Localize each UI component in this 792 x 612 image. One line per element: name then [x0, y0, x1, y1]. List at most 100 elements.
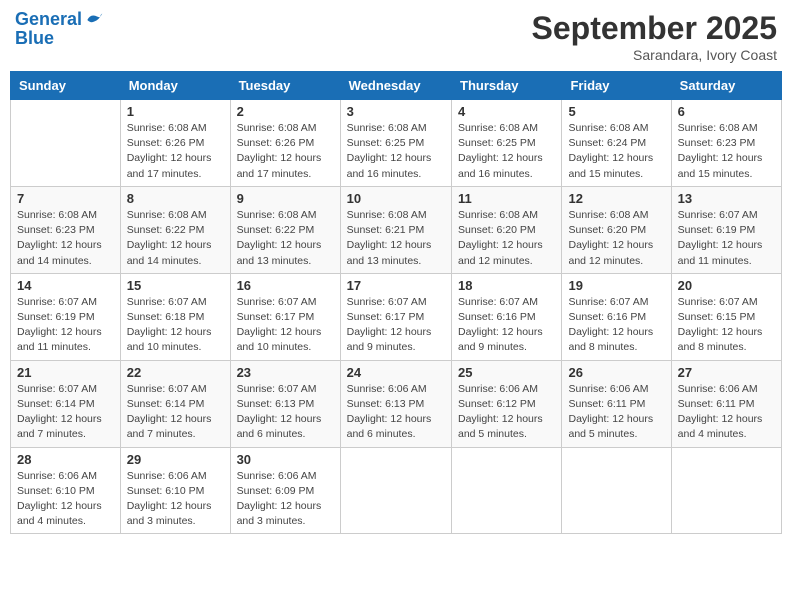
day-info: Sunrise: 6:08 AMSunset: 6:22 PMDaylight:…	[237, 208, 334, 269]
day-number: 24	[347, 365, 445, 380]
calendar-week-5: 28 Sunrise: 6:06 AMSunset: 6:10 PMDayligh…	[11, 447, 782, 534]
calendar-cell	[11, 100, 121, 187]
header-cell-thursday: Thursday	[452, 72, 562, 100]
day-number: 28	[17, 452, 114, 467]
day-info: Sunrise: 6:06 AMSunset: 6:09 PMDaylight:…	[237, 469, 334, 530]
day-info: Sunrise: 6:08 AMSunset: 6:25 PMDaylight:…	[347, 121, 445, 182]
day-info: Sunrise: 6:07 AMSunset: 6:14 PMDaylight:…	[17, 382, 114, 443]
calendar-cell: 13 Sunrise: 6:07 AMSunset: 6:19 PMDayligh…	[671, 186, 781, 273]
day-info: Sunrise: 6:07 AMSunset: 6:17 PMDaylight:…	[347, 295, 445, 356]
calendar-cell: 2 Sunrise: 6:08 AMSunset: 6:26 PMDaylight…	[230, 100, 340, 187]
calendar-cell: 27 Sunrise: 6:06 AMSunset: 6:11 PMDayligh…	[671, 360, 781, 447]
day-info: Sunrise: 6:08 AMSunset: 6:20 PMDaylight:…	[568, 208, 664, 269]
title-block: September 2025 Sarandara, Ivory Coast	[532, 10, 777, 63]
calendar-cell: 24 Sunrise: 6:06 AMSunset: 6:13 PMDayligh…	[340, 360, 451, 447]
calendar-week-1: 1 Sunrise: 6:08 AMSunset: 6:26 PMDaylight…	[11, 100, 782, 187]
calendar-cell	[452, 447, 562, 534]
day-info: Sunrise: 6:08 AMSunset: 6:26 PMDaylight:…	[127, 121, 224, 182]
calendar-cell: 26Sunrise: 6:06 AMSunset: 6:11 PMDayligh…	[562, 360, 671, 447]
day-number: 7	[17, 191, 114, 206]
calendar-cell: 3 Sunrise: 6:08 AMSunset: 6:25 PMDaylight…	[340, 100, 451, 187]
day-info: Sunrise: 6:07 AMSunset: 6:14 PMDaylight:…	[127, 382, 224, 443]
day-info: Sunrise: 6:07 AMSunset: 6:16 PMDaylight:…	[568, 295, 664, 356]
calendar-cell: 30 Sunrise: 6:06 AMSunset: 6:09 PMDayligh…	[230, 447, 340, 534]
day-info: Sunrise: 6:06 AMSunset: 6:12 PMDaylight:…	[458, 382, 555, 443]
page-header: General Blue September 2025 Sarandara, I…	[10, 10, 782, 63]
header-cell-friday: Friday	[562, 72, 671, 100]
day-info: Sunrise: 6:06 AMSunset: 6:10 PMDaylight:…	[17, 469, 114, 530]
calendar-cell: 17 Sunrise: 6:07 AMSunset: 6:17 PMDayligh…	[340, 273, 451, 360]
day-number: 17	[347, 278, 445, 293]
day-number: 3	[347, 104, 445, 119]
day-info: Sunrise: 6:07 AMSunset: 6:16 PMDaylight:…	[458, 295, 555, 356]
calendar-cell: 19Sunrise: 6:07 AMSunset: 6:16 PMDayligh…	[562, 273, 671, 360]
calendar-cell: 10 Sunrise: 6:08 AMSunset: 6:21 PMDayligh…	[340, 186, 451, 273]
day-info: Sunrise: 6:08 AMSunset: 6:23 PMDaylight:…	[678, 121, 775, 182]
calendar-cell: 9 Sunrise: 6:08 AMSunset: 6:22 PMDaylight…	[230, 186, 340, 273]
day-number: 13	[678, 191, 775, 206]
day-info: Sunrise: 6:07 AMSunset: 6:15 PMDaylight:…	[678, 295, 775, 356]
calendar-cell: 20 Sunrise: 6:07 AMSunset: 6:15 PMDayligh…	[671, 273, 781, 360]
day-info: Sunrise: 6:06 AMSunset: 6:13 PMDaylight:…	[347, 382, 445, 443]
calendar-cell: 21Sunrise: 6:07 AMSunset: 6:14 PMDayligh…	[11, 360, 121, 447]
day-number: 25	[458, 365, 555, 380]
calendar-cell: 12 Sunrise: 6:08 AMSunset: 6:20 PMDayligh…	[562, 186, 671, 273]
calendar-cell	[671, 447, 781, 534]
calendar-cell: 4 Sunrise: 6:08 AMSunset: 6:25 PMDaylight…	[452, 100, 562, 187]
day-info: Sunrise: 6:06 AMSunset: 6:11 PMDaylight:…	[678, 382, 775, 443]
day-number: 6	[678, 104, 775, 119]
header-cell-sunday: Sunday	[11, 72, 121, 100]
day-number: 29	[127, 452, 224, 467]
calendar-cell: 16 Sunrise: 6:07 AMSunset: 6:17 PMDayligh…	[230, 273, 340, 360]
day-info: Sunrise: 6:08 AMSunset: 6:26 PMDaylight:…	[237, 121, 334, 182]
day-number: 30	[237, 452, 334, 467]
day-number: 23	[237, 365, 334, 380]
calendar-table: SundayMondayTuesdayWednesdayThursdayFrid…	[10, 71, 782, 534]
day-number: 9	[237, 191, 334, 206]
day-info: Sunrise: 6:07 AMSunset: 6:19 PMDaylight:…	[17, 295, 114, 356]
day-number: 20	[678, 278, 775, 293]
calendar-cell	[340, 447, 451, 534]
day-info: Sunrise: 6:07 AMSunset: 6:18 PMDaylight:…	[127, 295, 224, 356]
day-number: 12	[568, 191, 664, 206]
day-info: Sunrise: 6:08 AMSunset: 6:22 PMDaylight:…	[127, 208, 224, 269]
calendar-cell: 8Sunrise: 6:08 AMSunset: 6:22 PMDaylight…	[120, 186, 230, 273]
calendar-header: SundayMondayTuesdayWednesdayThursdayFrid…	[11, 72, 782, 100]
month-title: September 2025	[532, 10, 777, 47]
day-number: 14	[17, 278, 114, 293]
calendar-week-2: 7Sunrise: 6:08 AMSunset: 6:23 PMDaylight…	[11, 186, 782, 273]
day-info: Sunrise: 6:07 AMSunset: 6:17 PMDaylight:…	[237, 295, 334, 356]
logo-blue: Blue	[15, 28, 104, 49]
day-number: 2	[237, 104, 334, 119]
day-info: Sunrise: 6:08 AMSunset: 6:20 PMDaylight:…	[458, 208, 555, 269]
calendar-cell: 1 Sunrise: 6:08 AMSunset: 6:26 PMDaylight…	[120, 100, 230, 187]
calendar-cell: 7Sunrise: 6:08 AMSunset: 6:23 PMDaylight…	[11, 186, 121, 273]
day-number: 26	[568, 365, 664, 380]
header-cell-saturday: Saturday	[671, 72, 781, 100]
calendar-week-4: 21Sunrise: 6:07 AMSunset: 6:14 PMDayligh…	[11, 360, 782, 447]
day-number: 1	[127, 104, 224, 119]
day-number: 15	[127, 278, 224, 293]
day-info: Sunrise: 6:08 AMSunset: 6:24 PMDaylight:…	[568, 121, 664, 182]
calendar-cell: 28 Sunrise: 6:06 AMSunset: 6:10 PMDayligh…	[11, 447, 121, 534]
day-number: 22	[127, 365, 224, 380]
header-cell-monday: Monday	[120, 72, 230, 100]
day-info: Sunrise: 6:07 AMSunset: 6:19 PMDaylight:…	[678, 208, 775, 269]
day-number: 16	[237, 278, 334, 293]
day-info: Sunrise: 6:08 AMSunset: 6:25 PMDaylight:…	[458, 121, 555, 182]
calendar-cell: 6 Sunrise: 6:08 AMSunset: 6:23 PMDaylight…	[671, 100, 781, 187]
day-number: 27	[678, 365, 775, 380]
day-number: 4	[458, 104, 555, 119]
calendar-cell	[562, 447, 671, 534]
day-info: Sunrise: 6:08 AMSunset: 6:21 PMDaylight:…	[347, 208, 445, 269]
calendar-body: 1 Sunrise: 6:08 AMSunset: 6:26 PMDaylight…	[11, 100, 782, 534]
calendar-week-3: 14 Sunrise: 6:07 AMSunset: 6:19 PMDayligh…	[11, 273, 782, 360]
header-cell-tuesday: Tuesday	[230, 72, 340, 100]
logo: General Blue	[15, 10, 104, 49]
calendar-cell: 11Sunrise: 6:08 AMSunset: 6:20 PMDayligh…	[452, 186, 562, 273]
logo-icon	[84, 10, 104, 30]
calendar-cell: 29Sunrise: 6:06 AMSunset: 6:10 PMDayligh…	[120, 447, 230, 534]
calendar-cell: 14 Sunrise: 6:07 AMSunset: 6:19 PMDayligh…	[11, 273, 121, 360]
day-number: 10	[347, 191, 445, 206]
calendar-cell: 23Sunrise: 6:07 AMSunset: 6:13 PMDayligh…	[230, 360, 340, 447]
